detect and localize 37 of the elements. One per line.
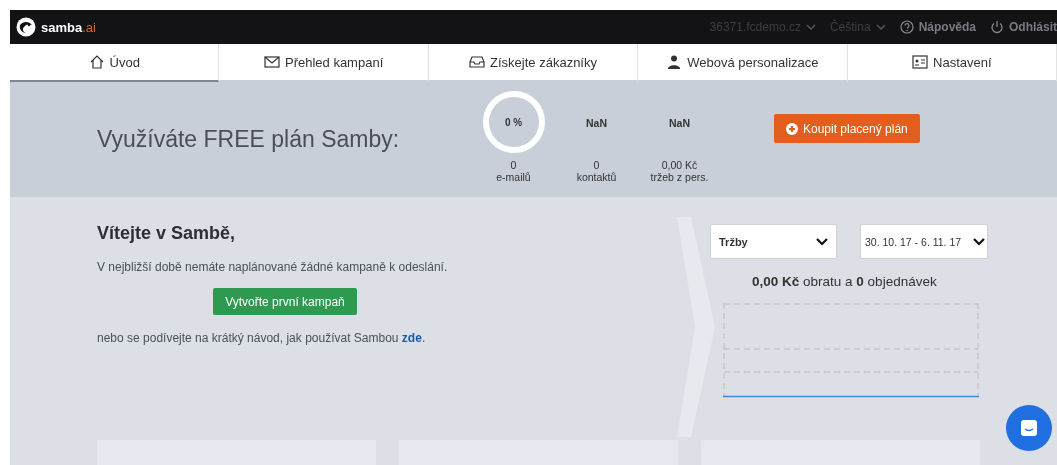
house-icon	[88, 54, 105, 70]
buy-plan-button[interactable]: Koupit placený plán	[774, 114, 920, 143]
create-campaign-button[interactable]: Vytvořte první kampaň	[213, 288, 357, 315]
sales-summary: 0,00 Kč obratu a 0 objednávek	[752, 274, 938, 289]
stat-label: kontaktů	[576, 171, 617, 183]
plan-title: Využíváte FREE plán Samby:	[97, 126, 401, 153]
help-icon	[899, 20, 914, 34]
welcome-text: V nejbližší době nemáte naplánované žádné kampaně k odeslání.	[97, 260, 449, 274]
power-icon	[990, 20, 1004, 34]
chat-icon	[1019, 418, 1039, 438]
envelope-icon	[263, 54, 280, 70]
stat-label: e-mailů	[496, 171, 531, 183]
welcome-heading: Vítejte v Sambě,	[97, 223, 237, 244]
chevron-down-icon	[816, 237, 828, 246]
guide-link[interactable]: zde	[401, 331, 422, 345]
help-link[interactable]: Nápověda	[899, 20, 976, 34]
metric-select[interactable]: Tržby	[710, 224, 837, 259]
plus-circle-icon	[786, 122, 798, 135]
stat-count: 0	[510, 159, 517, 171]
progress-ring: 0 %	[482, 91, 545, 153]
stat-count: 0	[593, 159, 600, 171]
toucan-logo-icon	[16, 17, 36, 37]
logout-link[interactable]: Odhlásit	[990, 20, 1057, 34]
stat-count: 0,00 Kč	[661, 159, 698, 171]
chevron-down-icon	[805, 24, 816, 30]
chevron-down-icon	[973, 237, 985, 246]
stat-label: tržeb z pers.	[650, 171, 709, 183]
stat-value: NaN	[669, 116, 690, 131]
tray-icon	[469, 54, 486, 70]
stat-value: NaN	[586, 116, 607, 131]
date-range-select[interactable]: 30. 10. 17 - 6. 11. 17	[860, 224, 988, 259]
help-text: nebo se podívejte na krátký návod, jak používat Sambou zde.	[97, 331, 427, 345]
person-icon	[666, 54, 683, 70]
chevron-down-icon	[875, 24, 886, 30]
id-card-icon	[912, 54, 929, 70]
brand-name: samba.ai	[41, 19, 96, 35]
chat-button[interactable]	[1006, 405, 1052, 451]
